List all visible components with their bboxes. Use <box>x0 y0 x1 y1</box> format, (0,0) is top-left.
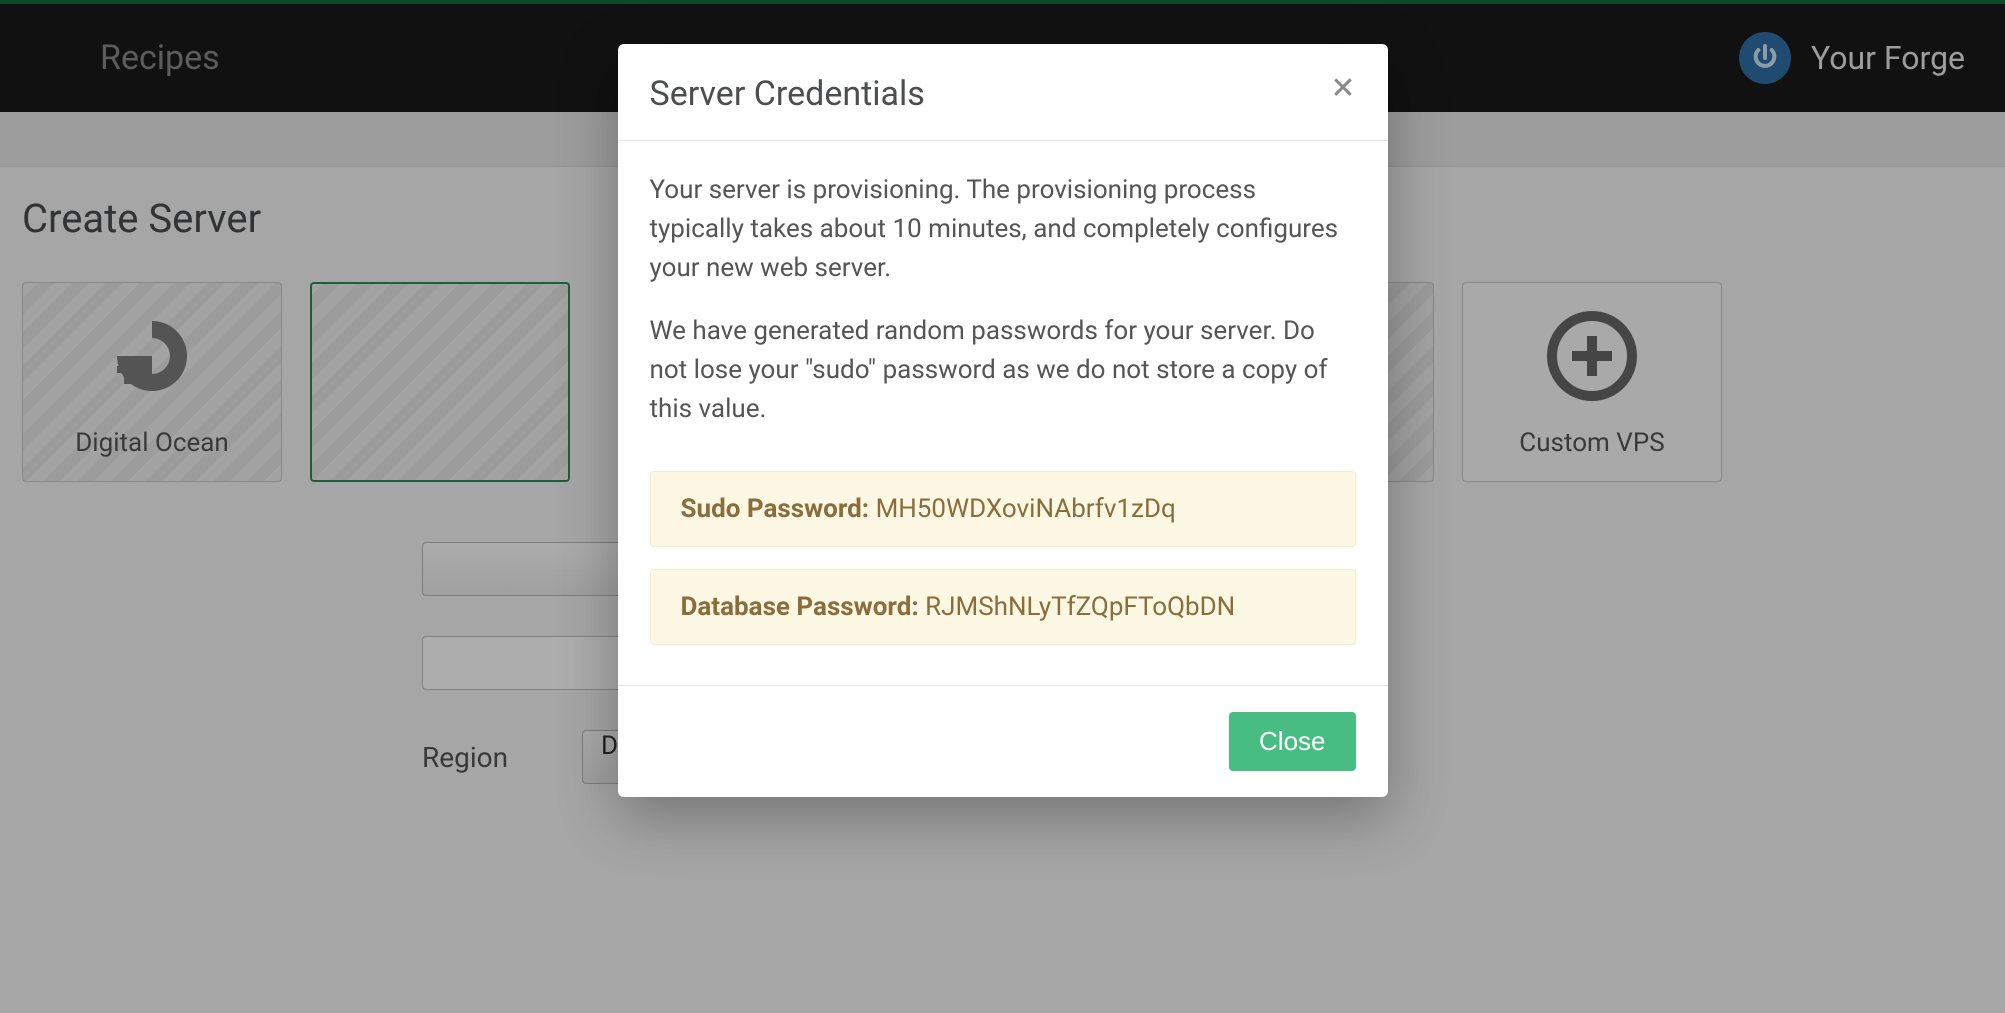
modal-title: Server Credentials <box>650 74 925 114</box>
database-password-alert: Database Password: RJMShNLyTfZQpFToQbDN <box>650 569 1356 645</box>
modal-overlay: Server Credentials ✕ Your server is prov… <box>0 0 2005 1013</box>
database-password-label: Database Password: <box>681 592 919 622</box>
server-credentials-modal: Server Credentials ✕ Your server is prov… <box>618 44 1388 797</box>
modal-close-footer-button[interactable]: Close <box>1229 712 1355 771</box>
modal-header: Server Credentials ✕ <box>618 44 1388 141</box>
sudo-password-label: Sudo Password: <box>681 494 870 524</box>
sudo-password-value: MH50WDXoviNAbrfv1zDq <box>876 494 1176 524</box>
modal-text-2: We have generated random passwords for y… <box>650 312 1356 429</box>
database-password-value: RJMShNLyTfZQpFToQbDN <box>925 592 1235 622</box>
modal-close-button[interactable]: ✕ <box>1330 74 1355 104</box>
close-icon: ✕ <box>1330 72 1355 105</box>
sudo-password-alert: Sudo Password: MH50WDXoviNAbrfv1zDq <box>650 471 1356 547</box>
modal-footer: Close <box>618 686 1388 797</box>
modal-body: Your server is provisioning. The provisi… <box>618 141 1388 686</box>
modal-text-1: Your server is provisioning. The provisi… <box>650 171 1356 288</box>
